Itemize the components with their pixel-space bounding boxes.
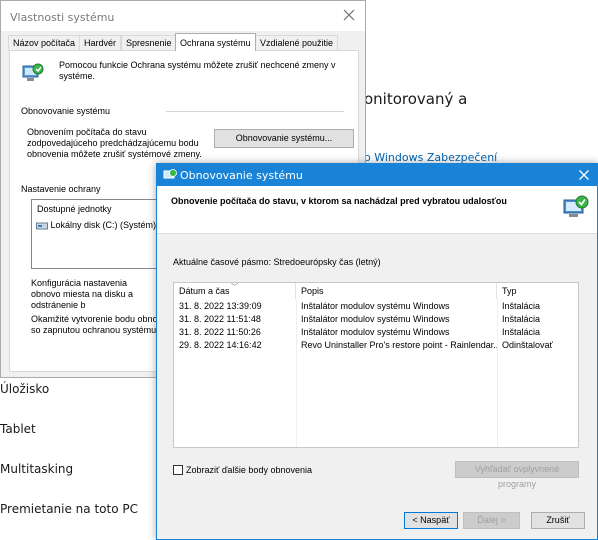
tab-advanced[interactable]: Spresnenie: [121, 35, 177, 51]
drives-list-header: Dostupné jednotky: [37, 204, 112, 214]
row-date: 31. 8. 2022 11:50:26: [179, 327, 261, 337]
dialog-title: Obnovovanie systému: [180, 169, 303, 182]
row-date: 31. 8. 2022 13:39:09: [179, 301, 262, 311]
dialog-header: Obnovenie počítača do stavu, v ktorom sa…: [157, 186, 597, 234]
row-description: Revo Uninstaller Pro's restore point - R…: [301, 340, 497, 350]
protection-intro-text: Pomocou funkcie Ochrana systému môžete z…: [59, 60, 336, 81]
system-restore-button[interactable]: Obnovovanie systému...: [214, 129, 354, 148]
drive-icon: [36, 220, 51, 230]
nav-item-multitasking[interactable]: Multitasking: [0, 462, 73, 476]
nav-item-tablet[interactable]: Tablet: [0, 422, 36, 436]
close-icon[interactable]: [578, 169, 590, 183]
drives-list[interactable]: Dostupné jednotky Lokálny disk (C:) (Sys…: [31, 199, 166, 269]
restore-description: Obnovením počítača do stavu zodpovedajúc…: [27, 127, 202, 159]
group-divider: [166, 111, 344, 112]
row-description: Inštalátor modulov systému Windows: [301, 314, 450, 324]
table-row[interactable]: 31. 8. 2022 11:50:26 Inštalátor modulov …: [174, 326, 578, 339]
nav-item-storage[interactable]: Úložisko: [0, 382, 49, 396]
row-type: Inštalácia: [502, 301, 541, 311]
configure-description: Konfigurácia nastavenia obnovo miesta na…: [31, 278, 134, 310]
create-description: Okamžité vytvorenie bodu obno so zapnuto…: [31, 314, 159, 335]
column-header-type[interactable]: Typ: [497, 283, 578, 299]
restore-points-table: ﹀ Dátum a čas Popis Typ 31. 8. 2022 13:3…: [173, 282, 579, 448]
system-protection-icon: [21, 60, 45, 86]
restore-group-label: Obnovovanie systému: [21, 106, 111, 116]
drive-list-item[interactable]: Lokálny disk (C:) (Systém): [36, 220, 156, 231]
row-type: Inštalácia: [502, 314, 541, 324]
table-row[interactable]: 29. 8. 2022 14:16:42 Revo Uninstaller Pr…: [174, 339, 578, 352]
system-restore-dialog: Obnovovanie systému Obnovenie počítača d…: [156, 163, 598, 540]
settings-heading-fragment: onitorovaný a: [364, 90, 468, 108]
show-more-label[interactable]: Zobraziť ďalšie body obnovenia: [186, 465, 312, 475]
table-row[interactable]: 31. 8. 2022 11:51:48 Inštalátor modulov …: [174, 313, 578, 326]
tab-system-protection[interactable]: Ochrana systému: [175, 33, 256, 51]
row-description: Inštalátor modulov systému Windows: [301, 301, 450, 311]
dialog-titlebar[interactable]: Obnovovanie systému: [157, 164, 597, 186]
tab-hardware[interactable]: Hardvér: [79, 35, 122, 51]
nav-item-projecting[interactable]: Premietanie na toto PC: [0, 502, 138, 516]
back-button[interactable]: < Naspäť: [404, 512, 458, 529]
column-header-date[interactable]: ﹀ Dátum a čas: [174, 283, 296, 299]
next-button[interactable]: Ďalej >: [463, 512, 520, 529]
properties-title: Vlastnosti systému: [10, 11, 115, 24]
tab-remote[interactable]: Vzdialené použitie: [255, 35, 339, 51]
row-description: Inštalátor modulov systému Windows: [301, 327, 450, 337]
scan-affected-programs-button[interactable]: Vyhľadať ovplyvnené programy: [455, 461, 579, 489]
row-date: 29. 8. 2022 14:16:42: [179, 340, 262, 350]
drive-label: Lokálny disk (C:) (Systém): [50, 220, 157, 230]
timezone-text: Aktuálne časové pásmo: Stredoeurópsky ča…: [173, 257, 381, 267]
protection-group-label: Nastavenie ochrany: [21, 184, 101, 194]
dialog-heading: Obnovenie počítača do stavu, v ktorom sa…: [171, 196, 507, 206]
row-date: 31. 8. 2022 11:51:48: [179, 314, 261, 324]
tab-computer-name[interactable]: Názov počítača: [8, 35, 81, 51]
row-type: Inštalácia: [502, 327, 541, 337]
column-header-description[interactable]: Popis: [296, 283, 497, 299]
close-icon[interactable]: [341, 7, 357, 23]
row-type: Odinštalovať: [502, 340, 553, 350]
properties-tabs: Názov počítača Hardvér Spresnenie Ochran…: [8, 33, 348, 51]
properties-titlebar[interactable]: Vlastnosti systému: [1, 1, 365, 31]
computer-restore-icon: [561, 191, 591, 223]
sort-descending-icon: ﹀: [231, 284, 238, 291]
table-row[interactable]: 31. 8. 2022 13:39:09 Inštalátor modulov …: [174, 300, 578, 313]
system-restore-icon: [163, 168, 177, 184]
show-more-checkbox[interactable]: [173, 465, 183, 475]
cancel-button[interactable]: Zrušiť: [531, 512, 585, 529]
